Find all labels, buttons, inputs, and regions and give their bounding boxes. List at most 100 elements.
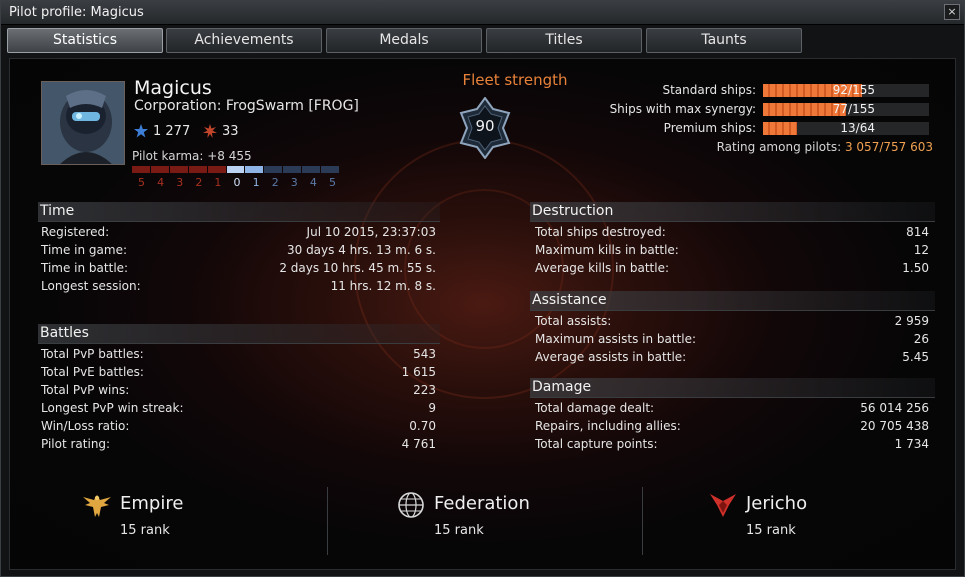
faction-name: Jericho [746,493,808,514]
stat-label: Repairs, including allies: [535,419,681,433]
rating-total: /757 603 [879,140,933,154]
stat-label: Total capture points: [535,437,658,451]
stat-value: 223 [413,383,436,397]
pilot-karma: Pilot karma: +8 455 [132,149,252,163]
pilot-avatar [41,81,125,165]
stat-row: Registered: Jul 10 2015, 23:37:03 [41,225,436,243]
karma-segment [264,166,283,173]
stat-row: Repairs, including allies: 20 705 438 [535,419,929,437]
close-icon: × [947,5,957,18]
tab-titles[interactable]: Titles [486,28,642,53]
stat-row: Win/Loss ratio: 0.70 [41,419,436,437]
karma-segment [321,166,339,173]
karma-segment [207,166,226,173]
pilot-kills-stat: 33 [222,124,239,139]
stat-row: Total PvP battles: 543 [41,347,436,365]
stat-label: Average assists in battle: [535,350,687,364]
tab-achievements[interactable]: Achievements [166,28,322,53]
stat-value: 1 734 [894,437,929,451]
stat-row: Pilot rating: 4 761 [41,437,436,455]
stat-row: Maximum kills in battle: 12 [535,243,929,261]
stat-value: 56 014 256 [860,401,929,415]
stat-value: 2 959 [894,314,929,328]
faction-divider [642,487,643,555]
close-button[interactable]: × [944,4,960,20]
fleet-strength-value: 90 [475,117,495,135]
stat-row: Longest PvP win streak: 9 [41,401,436,419]
stat-label: Total ships destroyed: [535,225,666,239]
stat-value: 814 [906,225,929,239]
karma-scale-label: 0 [233,176,241,189]
karma-segment [150,166,169,173]
stat-row: Maximum assists in battle: 26 [535,332,929,350]
ships-premium-row: Premium ships: 13/64 [511,121,931,137]
stat-label: Time in battle: [41,261,129,275]
karma-segment [283,166,302,173]
rating-among-pilots: Rating among pilots: 3 057/757 603 [717,140,933,154]
tab-medals[interactable]: Medals [326,28,482,53]
stat-value: 5.45 [902,350,929,364]
stat-row: Total damage dealt: 56 014 256 [535,401,929,419]
karma-segment [226,166,245,173]
stat-label: Longest session: [41,279,141,293]
ships-premium-value: 13/64 [840,121,875,135]
stat-row: Total capture points: 1 734 [535,437,929,455]
stat-row: Total assists: 2 959 [535,314,929,332]
federation-globe-icon [398,492,424,518]
stat-label: Total damage dealt: [535,401,655,415]
stat-label: Pilot rating: [41,437,111,451]
ships-premium-label: Premium ships: [663,121,756,135]
stat-row: Total PvE battles: 1 615 [41,365,436,383]
karma-scale-label: 2 [271,176,279,189]
karma-scale-label: 5 [138,176,146,189]
stat-value: 11 hrs. 12 m. 8 s. [330,279,436,293]
karma-segment [132,166,150,173]
karma-scale-label: 1 [252,176,260,189]
karma-scale-label: 1 [214,176,222,189]
karma-segment [245,166,264,173]
karma-segment [188,166,207,173]
section-title-time: Time [38,202,440,222]
stat-value: Jul 10 2015, 23:37:03 [306,225,436,239]
stat-label: Time in game: [41,243,128,257]
ships-synergy-row: Ships with max synergy: 77/155 [511,102,931,118]
stat-row: Total PvP wins: 223 [41,383,436,401]
pilot-name: Magicus [134,77,212,99]
ships-synergy-value: 77/155 [832,102,875,116]
karma-scale-label: 2 [195,176,203,189]
pilot-rating-stat: 1 277 [153,124,191,139]
stat-row: Time in battle: 2 days 10 hrs. 45 m. 55 … [41,261,436,279]
tab-statistics[interactable]: Statistics [7,28,163,53]
empire-eagle-icon [83,495,111,517]
karma-segment [169,166,188,173]
stat-value: 0.70 [409,419,436,433]
stat-label: Total assists: [535,314,612,328]
stat-value: 2 days 10 hrs. 45 m. 55 s. [279,261,436,275]
karma-scale-label: 3 [176,176,184,189]
faction-rank: 15 rank [120,523,170,538]
faction-divider [327,487,328,555]
stat-label: Longest PvP win streak: [41,401,184,415]
ships-synergy-label: Ships with max synergy: [609,102,756,116]
ships-premium-fill [763,122,797,135]
section-title-destruction: Destruction [530,202,935,222]
jericho-emblem-icon [710,494,736,517]
stat-label: Average kills in battle: [535,261,670,275]
stat-value: 4 761 [401,437,436,451]
title-bar[interactable]: Pilot profile: Magicus × [1,1,964,25]
stat-label: Total PvP wins: [41,383,130,397]
karma-bar [132,166,340,173]
stat-value: 9 [428,401,436,415]
stat-label: Win/Loss ratio: [41,419,130,433]
tab-taunts[interactable]: Taunts [646,28,802,53]
stat-label: Total PvP battles: [41,347,144,361]
stat-value: 20 705 438 [860,419,929,433]
stat-label: Registered: [41,225,110,239]
faction-rank: 15 rank [434,523,484,538]
stat-row: Time in game: 30 days 4 hrs. 13 m. 6 s. [41,243,436,261]
ships-standard-row: Standard ships: 92/155 [511,83,931,99]
kills-burst-icon [203,124,217,138]
stat-value: 26 [913,332,929,346]
rating-value: 3 057 [844,140,880,154]
stat-value: 1 615 [401,365,436,379]
